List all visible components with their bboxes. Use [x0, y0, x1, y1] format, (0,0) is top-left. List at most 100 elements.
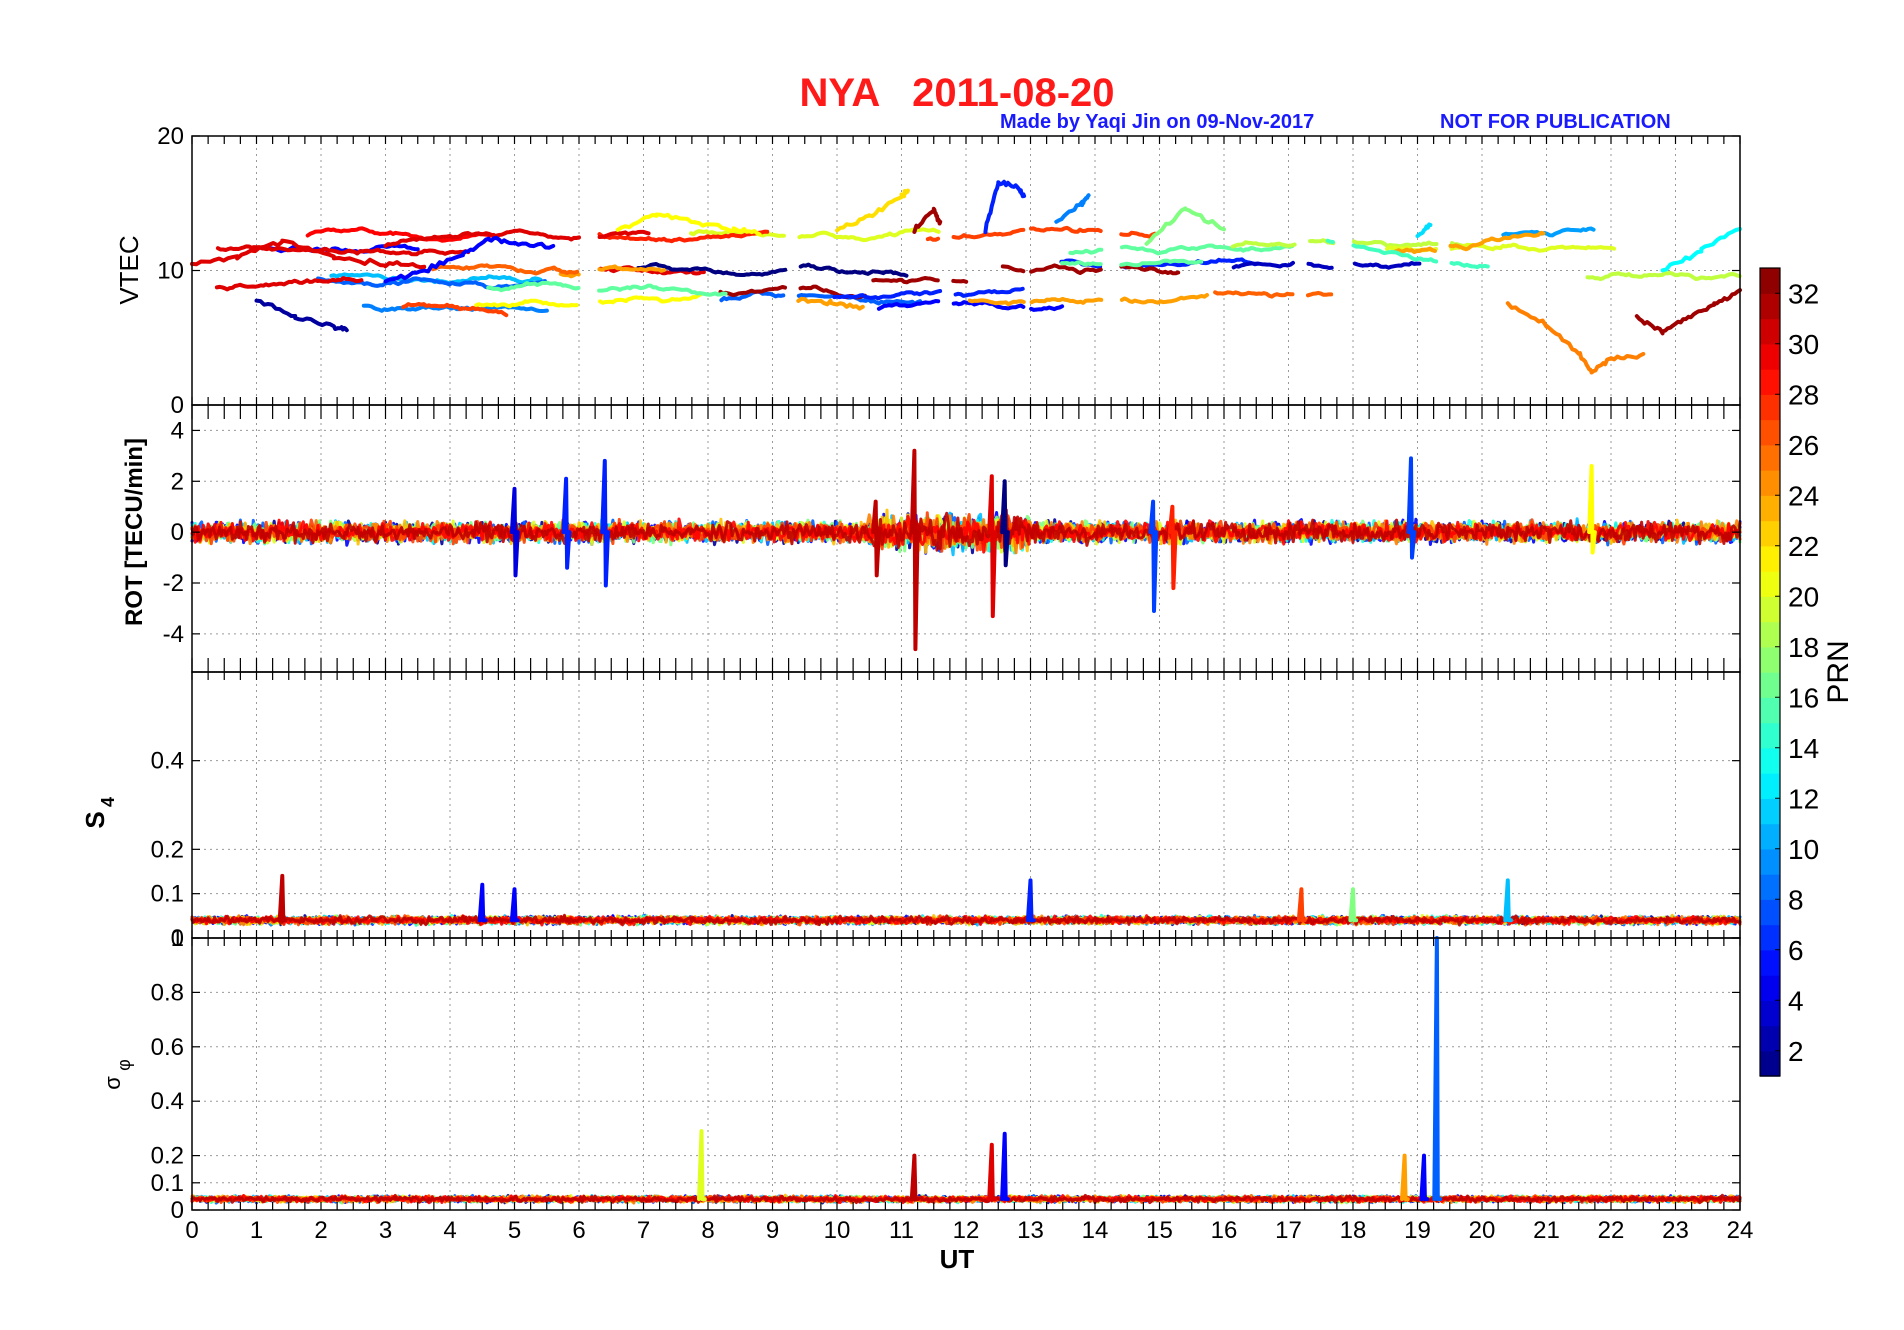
x-tick-label: 10: [824, 1217, 851, 1244]
x-tick-label: 14: [1082, 1217, 1109, 1244]
x-axis-label: UT: [940, 1244, 975, 1274]
y-tick-label: 0.1: [151, 881, 184, 908]
x-tick-label: 1: [250, 1217, 263, 1244]
vtec-axis-label: VTEC: [114, 235, 144, 304]
y-tick-label: 0.4: [151, 1088, 184, 1115]
y-tick-label: 0: [171, 519, 184, 546]
colorbar-swatch: [1760, 874, 1780, 900]
figure: NYA 2011-08-20 Made by Yaqi Jin on 09-No…: [0, 0, 1904, 1330]
colorbar-tick-label: 8: [1788, 884, 1804, 915]
x-tick-label: 17: [1275, 1217, 1302, 1244]
x-tick-label: 0: [185, 1217, 198, 1244]
colorbar-tick-label: 4: [1788, 985, 1804, 1016]
s4-axis-label-main: S: [80, 811, 110, 828]
x-tick-label: 15: [1146, 1217, 1173, 1244]
y-tick-label: 0.1: [151, 1170, 184, 1197]
x-tick-label: 8: [701, 1217, 714, 1244]
x-tick-label: 23: [1662, 1217, 1689, 1244]
colorbar-tick-label: 28: [1788, 379, 1819, 410]
colorbar-label: PRN: [1822, 640, 1855, 703]
colorbar-swatch: [1760, 924, 1780, 951]
colorbar-swatch: [1760, 1025, 1780, 1052]
y-tick-label: 0: [171, 392, 184, 419]
s4-axis-label-sub: 4: [98, 797, 118, 807]
colorbar-tick-label: 14: [1788, 733, 1819, 764]
colorbar-swatch: [1760, 621, 1780, 648]
colorbar-tick-label: 30: [1788, 329, 1819, 360]
x-tick-label: 9: [766, 1217, 779, 1244]
colorbar-swatch: [1760, 697, 1780, 724]
colorbar-swatch: [1760, 823, 1780, 850]
colorbar-tick-label: 22: [1788, 531, 1819, 562]
y-tick-label: 0.2: [151, 836, 184, 863]
credit-note: Made by Yaqi Jin on 09-Nov-2017: [1000, 111, 1314, 133]
colorbar-tick-label: 26: [1788, 430, 1819, 461]
colorbar-swatch: [1760, 596, 1780, 623]
colorbar-tick-label: 10: [1788, 834, 1819, 865]
colorbar-swatch: [1760, 1050, 1780, 1077]
x-tick-label: 5: [508, 1217, 521, 1244]
x-tick-label: 2: [314, 1217, 327, 1244]
colorbar-swatch: [1760, 722, 1780, 749]
colorbar-swatch: [1760, 293, 1780, 320]
publication-notice: NOT FOR PUBLICATION: [1440, 111, 1671, 133]
colorbar-swatch: [1760, 975, 1780, 1001]
x-tick-label: 24: [1727, 1217, 1754, 1244]
x-tick-label: 16: [1211, 1217, 1238, 1244]
sigma-phi-axis-label-main: σ: [100, 1076, 125, 1090]
colorbar-swatch: [1760, 1000, 1780, 1027]
colorbar-swatch: [1760, 798, 1780, 825]
colorbar-swatch: [1760, 520, 1780, 547]
colorbar-swatch: [1760, 949, 1780, 976]
colorbar-swatch: [1760, 747, 1780, 774]
x-tick-label: 4: [443, 1217, 456, 1244]
colorbar-swatch: [1760, 899, 1780, 926]
rot-axis-label: ROT [TECU/min]: [121, 438, 148, 626]
x-tick-label: 7: [637, 1217, 650, 1244]
colorbar-tick-label: 24: [1788, 480, 1819, 511]
colorbar-swatch: [1760, 268, 1780, 294]
x-tick-label: 13: [1017, 1217, 1044, 1244]
colorbar-swatch: [1760, 444, 1780, 471]
y-tick-label: 0.8: [151, 979, 184, 1006]
colorbar-swatch: [1760, 419, 1780, 446]
y-tick-label: 4: [171, 417, 184, 444]
colorbar-swatch: [1760, 470, 1780, 496]
colorbar-tick-label: 6: [1788, 935, 1804, 966]
x-tick-label: 22: [1598, 1217, 1625, 1244]
colorbar-swatch: [1760, 369, 1780, 395]
colorbar-swatch: [1760, 394, 1780, 421]
y-tick-label: 0: [171, 1197, 184, 1224]
x-tick-label: 19: [1404, 1217, 1431, 1244]
figure-title: NYA 2011-08-20: [799, 71, 1114, 115]
colorbar-swatch: [1760, 545, 1780, 572]
x-tick-label: 18: [1340, 1217, 1367, 1244]
colorbar-tick-label: 20: [1788, 581, 1819, 612]
colorbar-swatch: [1760, 773, 1780, 799]
colorbar-swatch: [1760, 848, 1780, 875]
x-tick-label: 21: [1533, 1217, 1560, 1244]
y-tick-label: 20: [157, 123, 184, 150]
y-tick-label: 1: [171, 925, 184, 952]
colorbar-tick-label: 16: [1788, 682, 1819, 713]
colorbar-tick-label: 2: [1788, 1036, 1804, 1067]
x-tick-label: 6: [572, 1217, 585, 1244]
colorbar-swatch: [1760, 343, 1780, 370]
colorbar-tick-label: 12: [1788, 783, 1819, 814]
colorbar-swatch: [1760, 318, 1780, 345]
x-tick-label: 12: [953, 1217, 980, 1244]
colorbar-tick-label: 32: [1788, 278, 1819, 309]
x-tick-label: 20: [1469, 1217, 1496, 1244]
y-tick-label: -2: [163, 570, 184, 597]
colorbar-swatch: [1760, 571, 1780, 597]
y-tick-label: 2: [171, 468, 184, 495]
y-tick-label: -4: [163, 621, 184, 648]
y-tick-label: 0.2: [151, 1143, 184, 1170]
colorbar-swatch: [1760, 672, 1780, 698]
x-tick-label: 11: [889, 1217, 914, 1244]
y-tick-label: 10: [157, 258, 184, 285]
x-tick-label: 3: [379, 1217, 392, 1244]
sigma-phi-axis-label-sub: φ: [114, 1059, 134, 1071]
y-tick-label: 0.4: [151, 748, 184, 775]
y-tick-label: 0.6: [151, 1034, 184, 1061]
